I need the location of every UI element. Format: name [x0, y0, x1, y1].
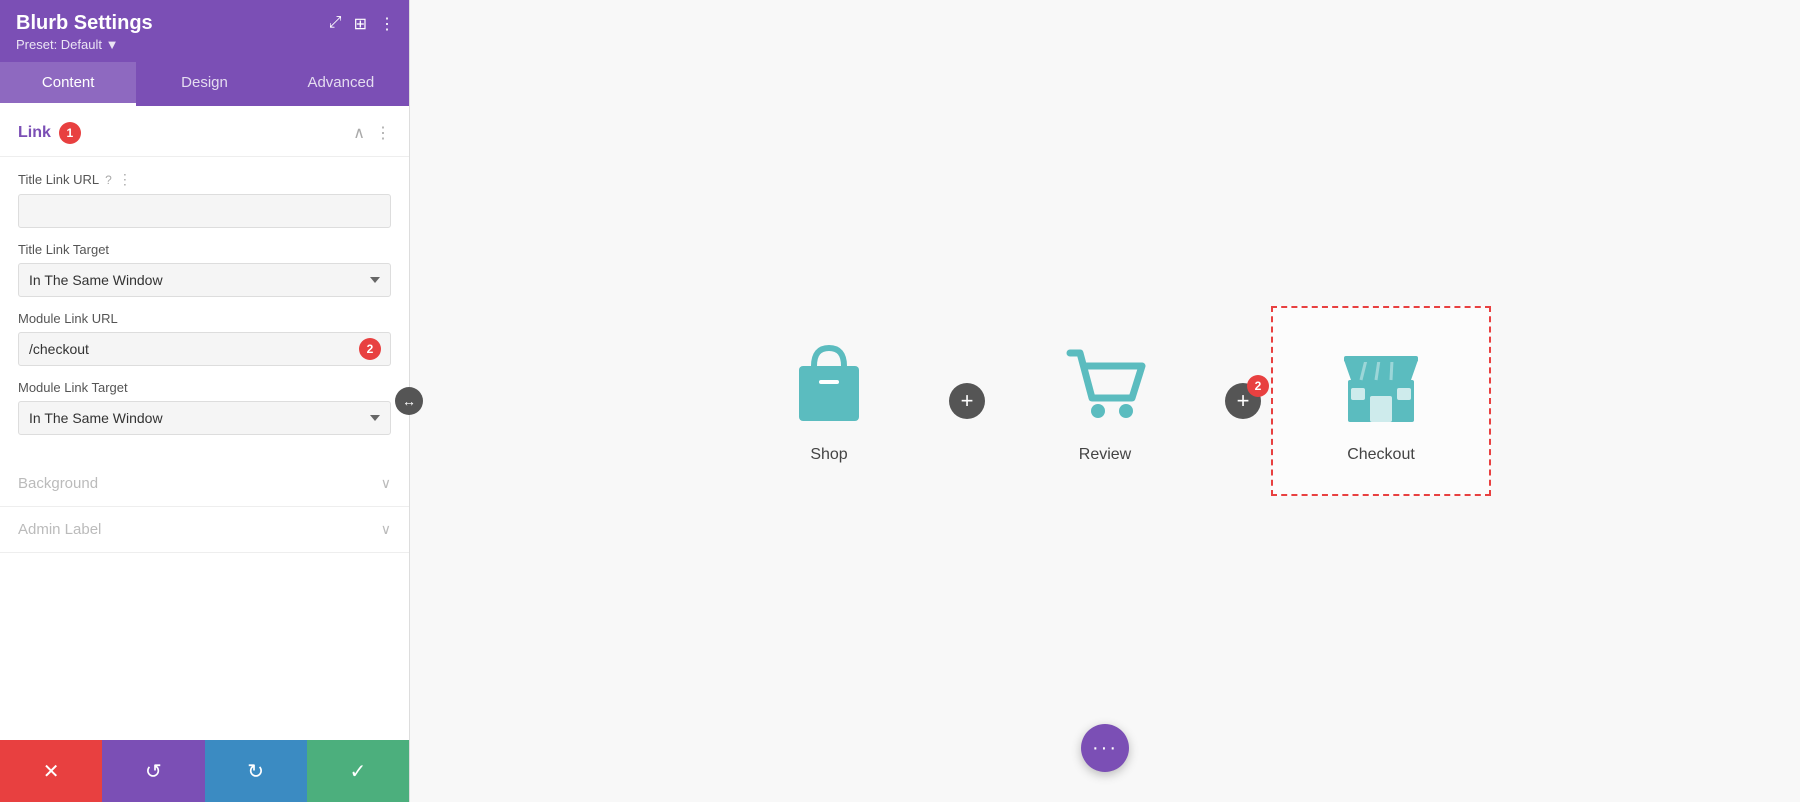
sidebar-footer: ✕ ↺ ↻ ✓ [0, 740, 409, 802]
sidebar-body: Link 1 ∧ ⋮ Title Link URL ? ⋮ Title Link… [0, 106, 409, 740]
chevron-up-icon[interactable]: ∧ [353, 123, 365, 143]
link-badge: 1 [59, 122, 81, 144]
review-icon [1060, 338, 1150, 428]
review-label: Review [1079, 446, 1131, 464]
blurb-checkout[interactable]: Checkout [1271, 306, 1491, 496]
undo-button[interactable]: ↺ [102, 740, 204, 802]
save-icon: ✓ [349, 759, 366, 784]
section-header-icons: ∧ ⋮ [353, 123, 391, 143]
module-link-url-input[interactable] [18, 332, 391, 366]
title-link-target-group: Title Link Target In The Same Window In … [0, 242, 409, 311]
background-label: Background [18, 475, 98, 492]
cancel-button[interactable]: ✕ [0, 740, 102, 802]
shop-label: Shop [810, 446, 847, 464]
title-link-url-label: Title Link URL ? ⋮ [18, 171, 391, 188]
sidebar-header: Blurb Settings Preset: Default ▼ ⤢ ⊞ ⋮ [0, 0, 409, 62]
title-link-target-select[interactable]: In The Same Window In A New Tab [18, 263, 391, 297]
cancel-icon: ✕ [43, 759, 60, 784]
blurb-shop[interactable]: Shop [719, 308, 939, 494]
section-more-icon[interactable]: ⋮ [375, 123, 391, 143]
title-link-target-label: Title Link Target [18, 242, 391, 257]
save-button[interactable]: ✓ [307, 740, 409, 802]
module-link-target-select[interactable]: In The Same Window In A New Tab [18, 401, 391, 435]
link-section-title: Link 1 [18, 122, 81, 144]
add-button-1[interactable]: + [949, 383, 985, 419]
blurb-review[interactable]: Review [995, 308, 1215, 494]
add-btn-2-badge: 2 [1247, 375, 1269, 397]
admin-label-chevron-icon: ∨ [381, 521, 391, 538]
background-section[interactable]: Background ∨ [0, 461, 409, 507]
module-link-url-label: Module Link URL [18, 311, 391, 326]
redo-icon: ↻ [247, 759, 264, 784]
module-url-badge: 2 [359, 338, 381, 360]
tab-design[interactable]: Design [136, 62, 272, 106]
admin-label-section[interactable]: Admin Label ∨ [0, 507, 409, 553]
background-chevron-icon: ∨ [381, 475, 391, 492]
fab-dots-icon: ··· [1092, 738, 1118, 758]
checkout-label: Checkout [1347, 446, 1415, 464]
module-link-url-group: Module Link URL 2 [0, 311, 409, 380]
module-link-target-label: Module Link Target [18, 380, 391, 395]
tab-advanced[interactable]: Advanced [273, 62, 409, 106]
columns-icon[interactable]: ⊞ [354, 14, 367, 34]
tab-content[interactable]: Content [0, 62, 136, 106]
module-link-target-group: Module Link Target In The Same Window In… [0, 380, 409, 449]
header-icons: ⤢ ⊞ ⋮ [329, 14, 395, 34]
link-section-header: Link 1 ∧ ⋮ [0, 106, 409, 157]
shop-icon [784, 338, 874, 428]
resize-handle[interactable]: ↔ [395, 387, 423, 415]
preset-label[interactable]: Preset: Default ▼ [16, 37, 393, 52]
module-url-input-wrapper: 2 [18, 332, 391, 366]
fab-button[interactable]: ··· [1081, 724, 1129, 772]
sidebar-tabs: Content Design Advanced [0, 62, 409, 106]
sidebar: Blurb Settings Preset: Default ▼ ⤢ ⊞ ⋮ C… [0, 0, 410, 802]
title-link-url-group: Title Link URL ? ⋮ [0, 157, 409, 242]
more-vert-icon[interactable]: ⋮ [379, 14, 395, 34]
blurb-grid: Shop + Review + 2 [679, 266, 1531, 536]
main-canvas: Shop + Review + 2 [410, 0, 1800, 802]
link-label: Link [18, 124, 51, 142]
checkout-icon [1336, 338, 1426, 428]
add-button-2-wrapper: + 2 [1215, 383, 1271, 419]
redo-button[interactable]: ↻ [205, 740, 307, 802]
title-url-help-icon[interactable]: ? [105, 173, 112, 187]
add-button-2[interactable]: + 2 [1225, 383, 1261, 419]
title-url-more-icon[interactable]: ⋮ [118, 171, 132, 188]
title-link-url-input[interactable] [18, 194, 391, 228]
admin-label-text: Admin Label [18, 521, 101, 538]
expand-icon[interactable]: ⤢ [329, 14, 342, 34]
undo-icon: ↺ [145, 759, 162, 784]
